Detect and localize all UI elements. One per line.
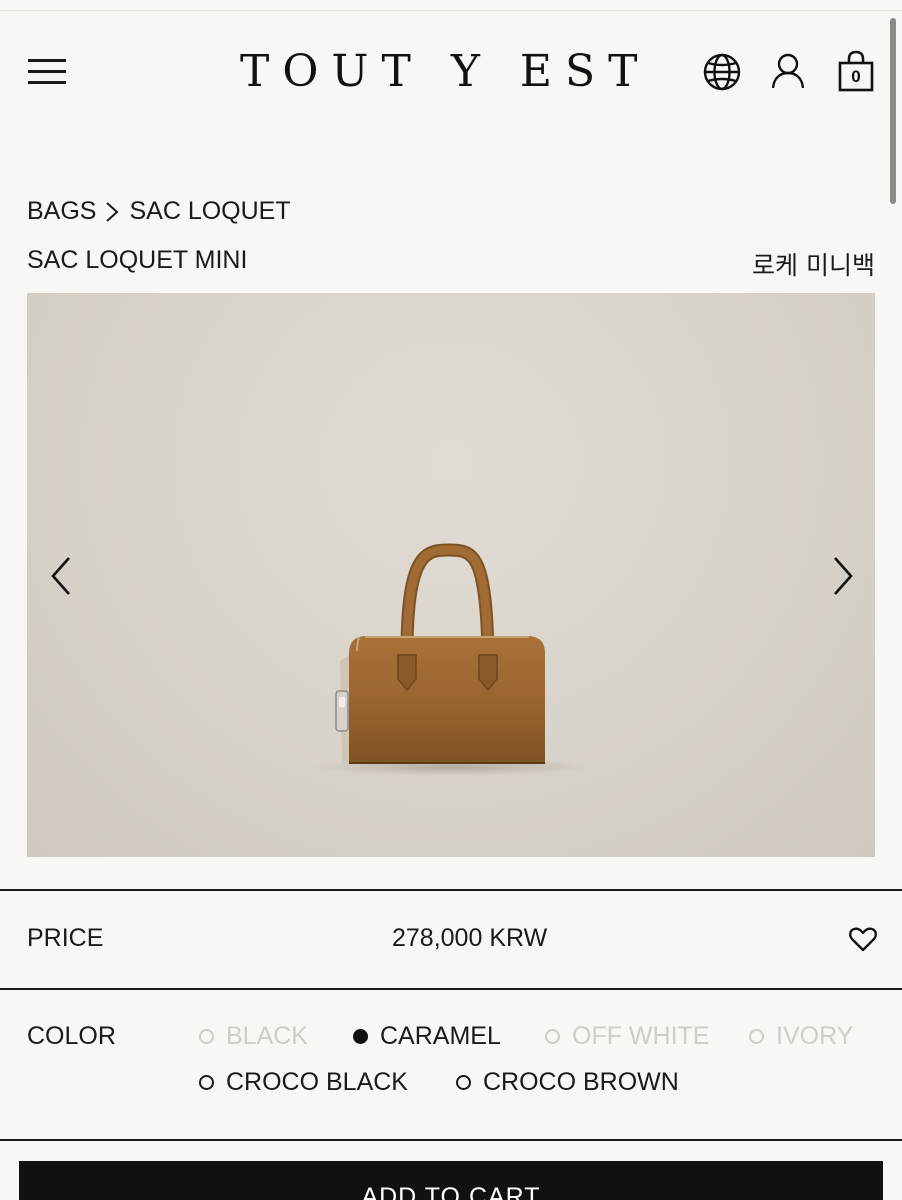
prev-image-button[interactable] bbox=[41, 548, 85, 604]
breadcrumb-bags[interactable]: BAGS bbox=[27, 197, 96, 226]
radio-icon bbox=[199, 1029, 214, 1044]
radio-icon bbox=[749, 1029, 764, 1044]
color-label: COLOR bbox=[27, 1022, 116, 1050]
color-option-black: BLACK bbox=[199, 1022, 308, 1051]
heart-icon bbox=[849, 927, 877, 952]
color-option-label: OFF WHITE bbox=[572, 1022, 710, 1050]
product-image bbox=[312, 543, 592, 776]
divider bbox=[0, 889, 902, 891]
color-option-off-white: OFF WHITE bbox=[545, 1022, 709, 1051]
color-option-label: IVORY bbox=[776, 1022, 854, 1050]
color-option-caramel[interactable]: CARAMEL bbox=[353, 1022, 501, 1051]
user-icon bbox=[771, 53, 805, 89]
language-button[interactable] bbox=[700, 50, 744, 94]
chevron-right-icon bbox=[834, 557, 853, 595]
color-option-croco-brown[interactable]: CROCO BROWN bbox=[456, 1068, 679, 1097]
radio-icon bbox=[199, 1075, 214, 1090]
brand-logo[interactable]: TOUT Y EST bbox=[240, 46, 637, 97]
cart-count-badge: 0 bbox=[851, 67, 861, 86]
hamburger-menu-icon bbox=[28, 59, 66, 62]
divider bbox=[0, 1139, 902, 1141]
breadcrumb-sac-loquet[interactable]: SAC LOQUET bbox=[129, 197, 290, 226]
site-header: TOUT Y EST 0 bbox=[0, 40, 902, 104]
browser-top-strip bbox=[0, 0, 902, 11]
radio-icon bbox=[545, 1029, 560, 1044]
color-option-label: CROCO BLACK bbox=[226, 1068, 408, 1096]
add-to-cart-button[interactable]: ADD TO CART bbox=[19, 1161, 883, 1200]
radio-icon bbox=[456, 1075, 471, 1090]
wishlist-button[interactable] bbox=[848, 924, 878, 954]
cart-button[interactable]: 0 bbox=[837, 50, 875, 94]
radio-selected-icon bbox=[353, 1029, 368, 1044]
globe-icon bbox=[703, 53, 741, 91]
product-page: TOUT Y EST 0 BAGS SAC LOQUET SAC LOQUET … bbox=[0, 0, 902, 1200]
color-option-label: CROCO BROWN bbox=[483, 1068, 679, 1096]
menu-button[interactable] bbox=[26, 54, 68, 90]
divider bbox=[0, 988, 902, 990]
color-option-ivory: IVORY bbox=[749, 1022, 853, 1051]
price-value: 278,000 KRW bbox=[392, 924, 548, 952]
color-option-label: BLACK bbox=[226, 1022, 308, 1050]
product-title-korean: 로케 미니백 bbox=[752, 251, 875, 280]
chevron-right-icon bbox=[106, 201, 119, 222]
color-option-croco-black[interactable]: CROCO BLACK bbox=[199, 1068, 408, 1097]
product-image-carousel[interactable] bbox=[27, 293, 875, 857]
color-option-label: CARAMEL bbox=[380, 1022, 501, 1050]
next-image-button[interactable] bbox=[819, 548, 863, 604]
account-button[interactable] bbox=[767, 50, 811, 94]
price-label: PRICE bbox=[27, 924, 104, 952]
product-title: SAC LOQUET MINI bbox=[27, 246, 248, 274]
breadcrumb: BAGS SAC LOQUET bbox=[27, 197, 291, 226]
chevron-left-icon bbox=[51, 557, 70, 595]
